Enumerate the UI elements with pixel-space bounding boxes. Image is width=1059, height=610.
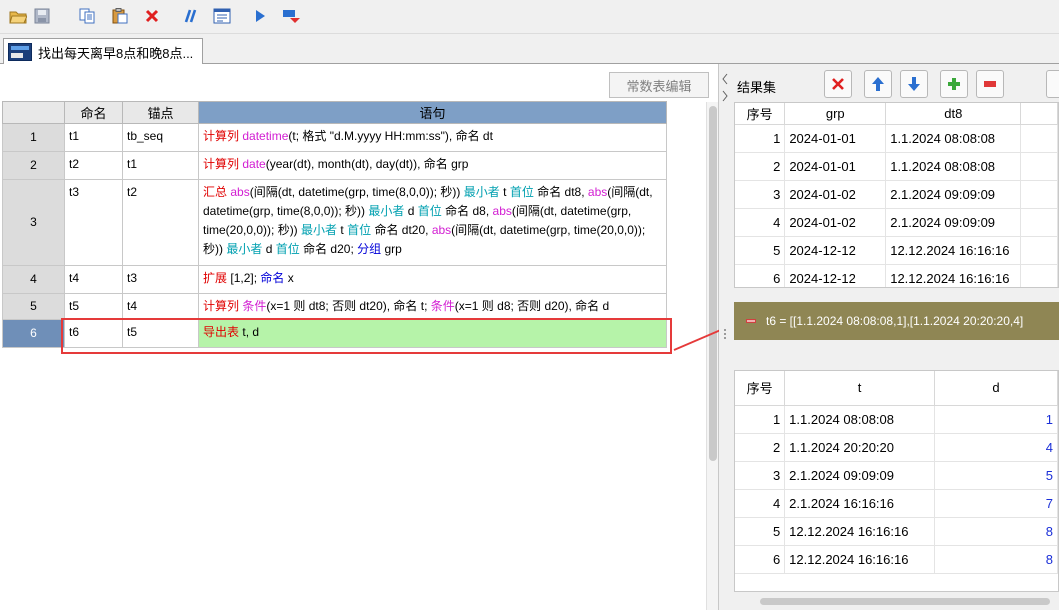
editor-panel: 常数表编辑 命名 锚点 语句 1 t1 tb_seq 计算列 datetime(… [0,64,719,610]
table-row[interactable]: 1 t1 tb_seq 计算列 datetime(t; 格式 "d.M.yyyy… [2,123,667,152]
table-row[interactable]: 3 t3 t2 汇总 abs(间隔(dt, datetime(grp, time… [2,179,667,266]
table-row[interactable]: 2 1.1.2024 20:20:20 4 [735,433,1058,462]
cell-anchor[interactable]: t4 [122,293,199,320]
arrow-up-icon [872,77,884,91]
col-header[interactable]: 序号 [735,103,786,125]
minus-icon [746,319,756,323]
minus-icon [984,81,996,87]
result-info-text: t6 = [[1.1.2024 08:08:08,1],[1.1.2024 20… [766,314,1024,328]
cell-anchor[interactable]: t3 [122,265,199,294]
copy-icon[interactable] [78,6,98,26]
row-number[interactable]: 5 [2,293,65,320]
cell-statement[interactable]: 计算列 条件(x=1 则 dt8; 否则 dt20), 命名 t; 条件(x=1… [198,293,667,320]
cell-name[interactable]: t6 [64,319,123,348]
cell-anchor[interactable]: t2 [122,179,199,266]
toolbar [0,0,1059,34]
cell-name[interactable]: t4 [64,265,123,294]
col-header[interactable]: d [934,371,1058,406]
move-down-button[interactable] [900,70,928,98]
table-row-selected[interactable]: 6 t6 t5 导出表 t, d [2,319,667,348]
horizontal-scrollbar[interactable] [734,595,1059,607]
panel-splitter[interactable] [719,64,732,610]
delete-result-button[interactable] [824,70,852,98]
paste-icon[interactable] [110,6,130,26]
script-icon [8,43,32,61]
table-row[interactable]: 2 2024-01-01 1.1.2024 08:08:08 [735,152,1058,181]
script-grid: 命名 锚点 语句 1 t1 tb_seq 计算列 datetime(t; 格式 … [2,101,667,348]
plus-icon [948,78,960,90]
result-set-title: 结果集 [737,80,777,95]
run-icon[interactable] [250,6,270,26]
col-header[interactable]: 序号 [735,371,786,406]
tab-label: 找出每天离早8点和晚8点... [38,45,194,61]
vertical-scrollbar[interactable] [706,102,718,610]
cell-name[interactable]: t1 [64,123,123,152]
cell-statement[interactable]: 汇总 abs(间隔(dt, datetime(grp, time(8,0,0))… [198,179,667,266]
row-number[interactable]: 6 [2,319,65,348]
row-number[interactable]: 4 [2,265,65,294]
cell-statement[interactable]: 扩展 [1,2]; 命名 x [198,265,667,294]
row-number[interactable]: 2 [2,151,65,180]
scrollbar-thumb[interactable] [760,598,1050,605]
table-row[interactable]: 1 2024-01-01 1.1.2024 08:08:08 [735,124,1058,153]
result-table-top: 序号 grp dt8 1 2024-01-01 1.1.2024 08:08:0… [734,102,1059,288]
step-icon[interactable] [282,6,302,26]
cell-statement[interactable]: 导出表 t, d [198,319,667,348]
result-panel: 结果集 序号 grp dt8 1 2024-01-01 1.1.2024 08:… [732,64,1059,610]
delete-icon [832,78,844,90]
name-header: 命名 [64,101,123,124]
table-row[interactable]: 6 12.12.2024 16:16:16 8 [735,545,1058,574]
table-row[interactable]: 3 2024-01-02 2.1.2024 09:09:09 [735,180,1058,209]
table-row[interactable]: 1 1.1.2024 08:08:08 1 [735,405,1058,434]
collapse-chevron-icon[interactable] [719,70,732,110]
anchor-header: 锚点 [122,101,199,124]
cell-anchor[interactable]: tb_seq [122,123,199,152]
cell-statement[interactable]: 计算列 date(year(dt), month(dt), day(dt)), … [198,151,667,180]
col-header[interactable]: t [784,371,935,406]
cell-name[interactable]: t5 [64,293,123,320]
table-row[interactable]: 4 2.1.2024 16:16:16 7 [735,489,1058,518]
tab-bar: 找出每天离早8点和晚8点... [0,34,1059,65]
more-button[interactable] [1046,70,1059,98]
scrollbar-thumb[interactable] [709,106,717,461]
table-row[interactable]: 5 2024-12-12 12.12.2024 16:16:16 [735,236,1058,265]
cell-anchor[interactable]: t1 [122,151,199,180]
splitter-grip-icon[interactable] [719,326,732,346]
comment-icon[interactable] [180,6,200,26]
table-row[interactable]: 4 2024-01-02 2.1.2024 09:09:09 [735,208,1058,237]
move-up-button[interactable] [864,70,892,98]
grid-icon[interactable] [212,6,232,26]
cell-anchor[interactable]: t5 [122,319,199,348]
delete-icon[interactable] [142,6,162,26]
col-header[interactable]: grp [784,103,887,125]
corner-header [2,101,65,124]
open-folder-icon[interactable] [8,6,28,26]
table-row[interactable]: 3 2.1.2024 09:09:09 5 [735,461,1058,490]
col-header[interactable]: dt8 [885,103,1022,125]
row-number[interactable]: 3 [2,179,65,266]
arrow-down-icon [908,77,920,91]
cell-statement[interactable]: 计算列 datetime(t; 格式 "d.M.yyyy HH:mm:ss"),… [198,123,667,152]
table-row[interactable]: 5 t5 t4 计算列 条件(x=1 则 dt8; 否则 dt20), 命名 t… [2,293,667,320]
add-result-button[interactable] [940,70,968,98]
statement-header: 语句 [198,101,667,124]
table-row[interactable]: 5 12.12.2024 16:16:16 8 [735,517,1058,546]
save-icon[interactable] [32,6,52,26]
const-table-button[interactable]: 常数表编辑 [609,72,709,98]
table-row[interactable]: 4 t4 t3 扩展 [1,2]; 命名 x [2,265,667,294]
result-info-bar[interactable]: t6 = [[1.1.2024 08:08:08,1],[1.1.2024 20… [734,302,1059,340]
tab-script[interactable]: 找出每天离早8点和晚8点... [3,38,203,65]
remove-result-button[interactable] [976,70,1004,98]
table-row[interactable]: 6 2024-12-12 12.12.2024 16:16:16 [735,264,1058,287]
cell-name[interactable]: t3 [64,179,123,266]
row-number[interactable]: 1 [2,123,65,152]
cell-name[interactable]: t2 [64,151,123,180]
result-table-bottom: 序号 t d 1 1.1.2024 08:08:08 1 2 1.1.2024 … [734,370,1059,592]
table-row[interactable]: 2 t2 t1 计算列 date(year(dt), month(dt), da… [2,151,667,180]
